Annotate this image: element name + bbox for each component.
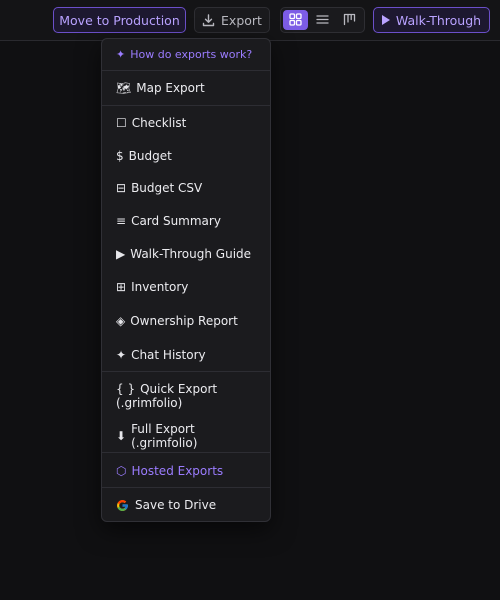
menu-item-walk-through-guide[interactable]: ▶ Walk-Through Guide: [102, 244, 270, 264]
map-icon: 🗺: [116, 81, 132, 95]
google-icon: [116, 499, 129, 512]
menu-item-label: Save to Drive: [135, 498, 217, 512]
dollar-icon: $: [116, 149, 124, 163]
how-exports-work-label: How do exports work?: [130, 48, 253, 61]
export-label: Export: [221, 12, 262, 28]
menu-item-inventory[interactable]: ⊞ Inventory: [102, 277, 270, 297]
menu-item-card-summary[interactable]: ≡ Card Summary: [102, 211, 270, 231]
menu-item-map-export[interactable]: 🗺 Map Export: [102, 78, 270, 98]
menu-divider: [102, 105, 270, 106]
menu-item-save-to-drive[interactable]: Save to Drive: [102, 495, 270, 515]
menu-item-budget[interactable]: $ Budget: [102, 146, 270, 166]
menu-item-label: Checklist: [131, 116, 187, 130]
board-view-button[interactable]: [337, 10, 362, 30]
list-view-button[interactable]: [310, 10, 335, 30]
menu-item-ownership-report[interactable]: ◈ Ownership Report: [102, 311, 270, 331]
grid-view-button[interactable]: [283, 10, 308, 30]
menu-item-label: Chat History: [131, 348, 206, 362]
menu-item-label: Budget: [128, 149, 172, 163]
menu-item-label: Budget CSV: [131, 181, 203, 195]
play-icon: ▶: [116, 247, 126, 261]
download-arrow-icon: ⬇: [116, 429, 127, 443]
hexagon-icon: ⬡: [116, 464, 127, 478]
how-exports-work-link[interactable]: ✦ How do exports work?: [102, 45, 270, 65]
walk-through-label: Walk-Through: [395, 12, 482, 28]
braces-icon: { }: [116, 382, 136, 396]
menu-item-label: Card Summary: [131, 214, 221, 228]
sparkle-icon: ✦: [116, 48, 126, 61]
view-mode-toggle: [280, 7, 365, 33]
menu-divider: [102, 371, 270, 372]
sparkle-icon: ✦: [116, 348, 127, 362]
export-button[interactable]: Export: [194, 7, 270, 33]
top-toolbar: Move to Production Export Walk-Through: [0, 0, 500, 41]
export-dropdown-menu: ✦ How do exports work? 🗺 Map Export ☐ Ch…: [101, 38, 271, 522]
menu-item-label: Hosted Exports: [131, 464, 224, 478]
menu-item-full-export[interactable]: ⬇ Full Export (.grimfolio): [102, 422, 270, 450]
menu-divider: [102, 452, 270, 453]
menu-item-label: Walk-Through Guide: [130, 247, 252, 261]
menu-item-chat-history[interactable]: ✦ Chat History: [102, 345, 270, 365]
move-to-production-label: Move to Production: [59, 12, 180, 28]
menu-item-label: { } Quick Export (.grimfolio): [116, 382, 256, 410]
table-icon: ⊟: [116, 181, 127, 195]
move-to-production-button[interactable]: Move to Production: [53, 7, 186, 33]
menu-item-budget-csv[interactable]: ⊟ Budget CSV: [102, 178, 270, 198]
menu-item-checklist[interactable]: ☐ Checklist: [102, 113, 270, 133]
menu-item-label: Ownership Report: [130, 314, 238, 328]
menu-divider: [102, 487, 270, 488]
menu-item-label: Inventory: [131, 280, 189, 294]
lines-icon: ≡: [116, 214, 127, 228]
menu-item-hosted-exports[interactable]: ⬡ Hosted Exports: [102, 461, 270, 481]
menu-item-label: Full Export (.grimfolio): [131, 422, 198, 450]
grid-box-icon: ⊞: [116, 280, 127, 294]
menu-item-label: Map Export: [136, 81, 205, 95]
download-icon: [202, 13, 215, 27]
menu-divider: [102, 70, 270, 71]
list-icon: [316, 11, 329, 30]
diamond-icon: ◈: [116, 314, 126, 328]
play-icon: [381, 15, 390, 25]
kanban-icon: [343, 11, 356, 30]
walk-through-button[interactable]: Walk-Through: [373, 7, 490, 33]
menu-item-quick-export[interactable]: { } Quick Export (.grimfolio): [102, 382, 270, 412]
checkbox-icon: ☐: [116, 116, 127, 130]
grid-icon: [289, 11, 302, 30]
